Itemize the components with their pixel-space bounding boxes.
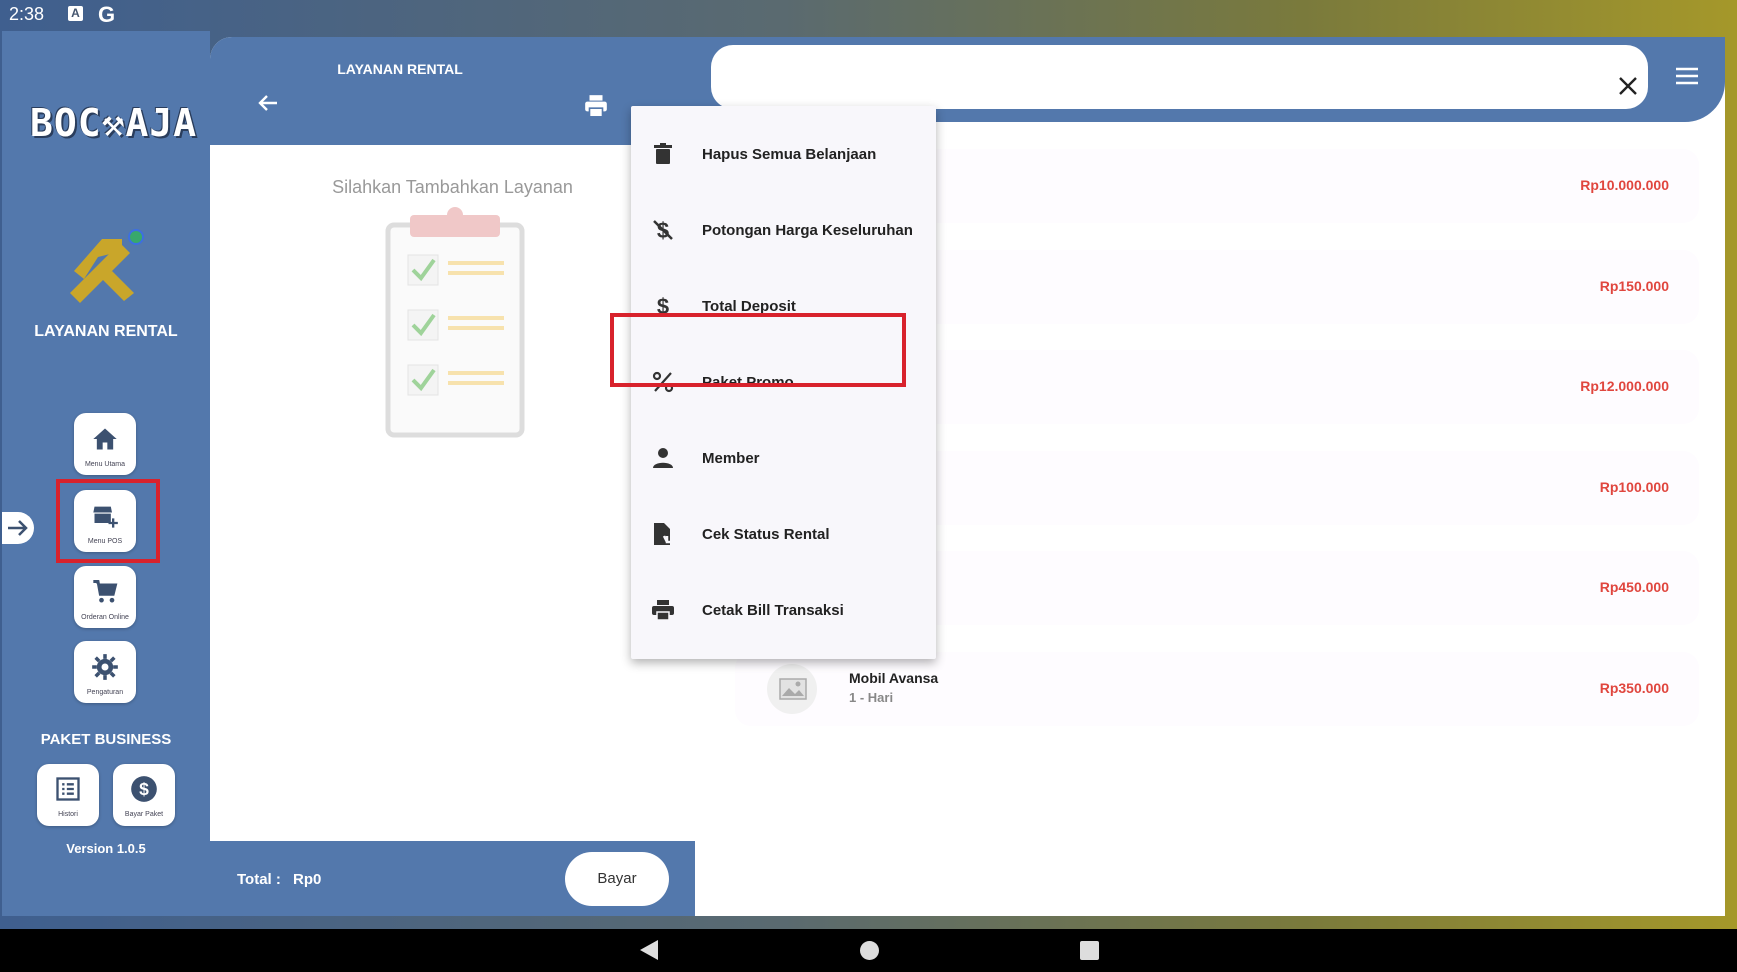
cart-footer: Total : Rp0 Bayar [210,841,695,916]
product-price: Rp450.000 [1599,579,1669,595]
home-icon [93,428,117,450]
product-item[interactable]: Mobil Avansa 1 - Hari Rp350.000 [735,652,1699,726]
menu-item-label: Potongan Harga Keseluruhan [702,222,913,239]
printer-icon [652,600,674,621]
notification-a-icon: A [68,6,83,21]
product-price: Rp150.000 [1599,278,1669,294]
nav-back-icon[interactable] [640,940,658,960]
cart-icon [93,580,118,603]
bayar-paket-button[interactable]: $ Bayar Paket [113,764,175,826]
menu-item-label: Cek Status Rental [702,526,830,543]
total-label: Total : [237,871,281,888]
sidebar: BOC⚒AJA LAYANAN RENTAL Menu Utama Menu P… [2,31,210,916]
bayar-button[interactable]: Bayar [565,852,669,906]
svg-text:$: $ [139,779,149,799]
menu-item-label: Cetak Bill Transaksi [702,602,844,619]
nav-home-icon[interactable] [860,941,879,960]
menu-item-potongan-harga[interactable]: $ Potongan Harga Keseluruhan [631,200,936,260]
close-icon[interactable] [1616,74,1640,98]
app-logo: BOC⚒AJA [30,101,198,145]
menu-item-hapus-semua[interactable]: Hapus Semua Belanjaan [631,124,936,184]
menu-utama-label: Menu Utama [84,461,126,468]
menu-item-cetak-bill[interactable]: Cetak Bill Transaksi [631,580,936,640]
bayar-paket-label: Bayar Paket [124,811,164,818]
back-arrow-icon[interactable] [256,91,280,115]
empty-cart-message: Silahkan Tambahkan Layanan [332,177,573,197]
file-check-icon [654,523,673,545]
highlight-menu-pos [56,479,160,563]
clipboard-checklist-icon [385,207,525,438]
orderan-online-button[interactable]: Orderan Online [74,566,136,628]
orderan-online-label: Orderan Online [81,614,129,621]
cart-header: LAYANAN RENTAL [210,37,695,145]
total-value: Rp0 [293,871,322,888]
histori-label: Histori [58,811,78,818]
product-duration: 1 - Hari [849,690,894,705]
expand-sidebar-button[interactable] [2,512,34,544]
list-icon [56,777,80,801]
gear-icon [92,654,118,680]
system-nav-bar [0,929,1737,972]
histori-button[interactable]: Histori [37,764,99,826]
product-price: Rp12.000.000 [1580,378,1669,394]
paket-business-title: PAKET BUSINESS [40,731,172,748]
app-version: Version 1.0.5 [66,841,146,856]
product-price: Rp10.000.000 [1580,177,1669,193]
hamburger-menu-icon[interactable] [1675,66,1699,86]
person-icon [653,448,673,468]
product-price: Rp100.000 [1599,479,1669,495]
menu-item-cek-status[interactable]: Cek Status Rental [631,504,936,564]
search-input[interactable] [711,45,1648,109]
trash-icon [654,143,672,164]
product-image-placeholder-icon [767,664,817,714]
no-money-icon: $ [653,218,673,242]
printer-icon[interactable] [583,93,609,119]
pengaturan-label: Pengaturan [86,689,124,696]
status-time: 2:38 [9,4,45,24]
menu-item-label: Member [702,450,760,467]
menu-item-member[interactable]: Member [631,428,936,488]
dollar-circle-icon: $ [131,776,157,802]
cart-panel: LAYANAN RENTAL Silahkan Tambahkan Layana… [210,37,695,916]
status-dot-icon [128,229,144,245]
cart-title: LAYANAN RENTAL [337,61,463,77]
product-name: Mobil Avansa [849,670,939,686]
rental-logo-icon [62,221,152,321]
nav-recents-icon[interactable] [1080,941,1099,960]
status-bar: 2:38 A G [0,0,1737,28]
notification-g-icon: G [98,2,116,27]
product-price: Rp350.000 [1599,680,1669,696]
highlight-paket-promo [610,313,906,387]
pengaturan-button[interactable]: Pengaturan [74,641,136,703]
arrow-right-icon [8,520,28,536]
app-window: BOC⚒AJA LAYANAN RENTAL Menu Utama Menu P… [2,31,1725,916]
menu-utama-button[interactable]: Menu Utama [74,413,136,475]
sidebar-title: LAYANAN RENTAL [34,323,178,340]
menu-item-label: Hapus Semua Belanjaan [702,146,877,163]
